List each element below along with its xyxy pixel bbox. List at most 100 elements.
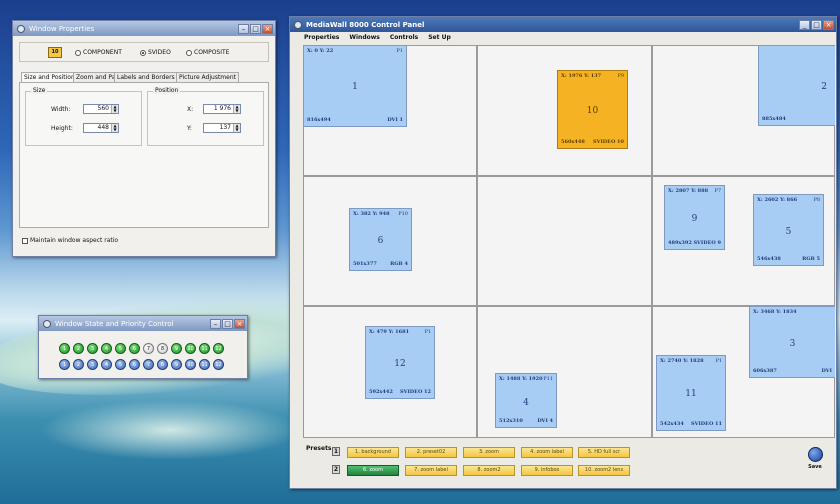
state-window-title: Window State and Priority Control xyxy=(55,319,174,328)
window-priority-toggle[interactable]: 6 xyxy=(129,359,140,370)
aspect-ratio-checkbox[interactable]: Maintain window aspect ratio xyxy=(22,237,118,244)
video-window-12[interactable]: X: 479 Y: 1681 P1 12 592x442 SVIDEO 12 xyxy=(365,326,435,399)
preset-button[interactable]: 2. preset02 xyxy=(405,447,457,458)
window-priority-toggle[interactable]: 3 xyxy=(87,359,98,370)
control-panel-titlebar[interactable]: MediaWall 8000 Control Panel _ □ × xyxy=(290,17,836,32)
window-state-toggle[interactable]: 6 xyxy=(129,343,140,354)
window-priority-toggle[interactable]: 7 xyxy=(143,359,154,370)
tab-size-position[interactable]: Size and Position xyxy=(21,72,78,82)
app-icon xyxy=(43,319,51,328)
save-button[interactable]: Save xyxy=(804,447,826,477)
window-priority-toggle[interactable]: 5 xyxy=(115,359,126,370)
window-priority-toggle[interactable]: 10 xyxy=(185,359,196,370)
width-spinner-icon[interactable]: ▲ ▼ xyxy=(111,105,118,113)
preset-button[interactable]: 9. infobox xyxy=(521,465,573,476)
menu-bar: Properties Windows Controls Set Up xyxy=(290,32,836,43)
window-priority-row: 1 2 3 4 5 6 7 8 9 10 11 12 xyxy=(59,359,227,370)
y-field[interactable]: 137 ▲ ▼ xyxy=(203,123,241,133)
width-label: Width: xyxy=(51,106,71,113)
window-priority-toggle[interactable]: 9 xyxy=(171,359,182,370)
menu-windows[interactable]: Windows xyxy=(349,34,379,41)
height-field[interactable]: 448 ▲ ▼ xyxy=(83,123,119,133)
window-priority-toggle[interactable]: 2 xyxy=(73,359,84,370)
menu-controls[interactable]: Controls xyxy=(390,34,418,41)
window-priority-toggle[interactable]: 11 xyxy=(199,359,210,370)
control-panel-window: MediaWall 8000 Control Panel _ □ × Prope… xyxy=(289,16,837,489)
window-state-row: 1 2 3 4 5 6 7 8 9 10 11 12 xyxy=(59,343,227,354)
preset-button[interactable]: 7. zoom label xyxy=(405,465,457,476)
window-priority-toggle[interactable]: 1 xyxy=(59,359,70,370)
tab-labels-borders[interactable]: Labels and Borders xyxy=(114,72,178,82)
preset-button[interactable]: 10. zoom2 lens xyxy=(578,465,630,476)
close-icon[interactable]: × xyxy=(234,318,245,329)
window-state-toggle[interactable]: 4 xyxy=(101,343,112,354)
window-priority-toggle[interactable]: 4 xyxy=(101,359,112,370)
window-state-toggle[interactable]: 11 xyxy=(199,343,210,354)
preset-button[interactable]: 5. HD full scr xyxy=(578,447,630,458)
y-label: Y: xyxy=(187,125,192,132)
video-window-1[interactable]: X: 0 Y: 22 P1 1 816x494 DVI 1 xyxy=(303,45,407,127)
height-spinner-icon[interactable]: ▲ ▼ xyxy=(111,124,118,132)
window-priority-toggle[interactable]: 12 xyxy=(213,359,224,370)
window-properties-titlebar[interactable]: Window Properties – □ × xyxy=(13,21,275,36)
width-field[interactable]: 560 ▲ ▼ xyxy=(83,104,119,114)
radio-composite[interactable]: COMPOSITE xyxy=(186,49,229,56)
video-window-11[interactable]: X: 2740 Y: 1828 P1 11 542x434 SVIDEO 11 xyxy=(656,355,726,431)
maximize-icon[interactable]: □ xyxy=(250,23,261,34)
video-window-4[interactable]: X: 1488 Y: 1920 P11 4 512x310 DVI 4 xyxy=(495,373,557,428)
app-icon xyxy=(17,24,25,33)
preset-page-2[interactable]: 2 xyxy=(332,465,340,474)
close-icon[interactable]: × xyxy=(262,23,273,34)
window-state-toggle[interactable]: 5 xyxy=(115,343,126,354)
radio-svideo[interactable]: SVIDEO xyxy=(140,49,171,56)
tab-picture-adjustment[interactable]: Picture Adjustment xyxy=(176,72,239,82)
window-priority-toggle[interactable]: 8 xyxy=(157,359,168,370)
x-field[interactable]: 1 976 ▲ ▼ xyxy=(203,104,241,114)
window-state-toggle[interactable]: 2 xyxy=(73,343,84,354)
video-wall-canvas: X: 0 Y: 22 P1 1 816x494 DVI 1 X: 1976 Y: 1… xyxy=(303,45,835,438)
size-group: Size xyxy=(25,87,142,146)
window-state-toggle[interactable]: 8 xyxy=(157,343,168,354)
close-icon[interactable]: × xyxy=(823,19,834,30)
window-state-toggle[interactable]: 3 xyxy=(87,343,98,354)
window-state-toggle[interactable]: 10 xyxy=(185,343,196,354)
preset-button[interactable]: 4. zoom label xyxy=(521,447,573,458)
video-window-6[interactable]: X: 382 Y: 948 P10 6 501x377 RGB 4 xyxy=(349,208,412,271)
menu-properties[interactable]: Properties xyxy=(304,34,339,41)
video-window-10[interactable]: X: 1976 Y: 137 P9 10 560x448 SVIDEO 10 xyxy=(557,70,628,149)
video-window-5[interactable]: X: 2602 Y: 866 P8 5 546x438 RGB 5 xyxy=(753,194,824,266)
menu-setup[interactable]: Set Up xyxy=(428,34,451,41)
video-window-2[interactable]: 2 885x484 xyxy=(758,45,835,126)
presets-label: Presets xyxy=(306,445,332,452)
window-properties-dialog: Window Properties – □ × 10 COMPONENT SVI… xyxy=(12,20,276,257)
window-state-toggle[interactable]: 12 xyxy=(213,343,224,354)
minimize-icon[interactable]: _ xyxy=(799,19,810,30)
radio-component[interactable]: COMPONENT xyxy=(75,49,122,56)
maximize-icon[interactable]: □ xyxy=(222,318,233,329)
maximize-icon[interactable]: □ xyxy=(811,19,822,30)
preset-button[interactable]: 8. zoom2 xyxy=(463,465,515,476)
minimize-icon[interactable]: – xyxy=(210,318,221,329)
preset-page-1[interactable]: 1 xyxy=(332,447,340,456)
app-icon xyxy=(294,20,302,29)
checkbox-icon[interactable] xyxy=(22,237,28,244)
preset-button-active[interactable]: 6. zoom xyxy=(347,465,399,476)
x-label: X: xyxy=(187,106,194,113)
window-state-toggle[interactable]: 1 xyxy=(59,343,70,354)
desktop-shore xyxy=(40,400,300,460)
video-window-3[interactable]: X: 3468 Y: 1834 3 606x387 DVI xyxy=(749,306,835,378)
y-spinner-icon[interactable]: ▲ ▼ xyxy=(233,124,240,132)
window-properties-title: Window Properties xyxy=(29,24,95,33)
state-window-titlebar[interactable]: Window State and Priority Control – □ × xyxy=(39,316,247,331)
size-group-title: Size xyxy=(31,87,48,94)
position-group: Position xyxy=(147,87,264,146)
preset-button[interactable]: 3. zoom xyxy=(463,447,515,458)
window-number-badge: 10 xyxy=(48,47,62,58)
window-state-toggle[interactable]: 9 xyxy=(171,343,182,354)
state-priority-window: Window State and Priority Control – □ × … xyxy=(38,315,248,379)
window-state-toggle[interactable]: 7 xyxy=(143,343,154,354)
video-window-9[interactable]: X: 2807 Y: 888 P7 9 489x392 SVIDEO 9 xyxy=(664,185,725,250)
x-spinner-icon[interactable]: ▲ ▼ xyxy=(233,105,240,113)
minimize-icon[interactable]: – xyxy=(238,23,249,34)
preset-button[interactable]: 1. background xyxy=(347,447,399,458)
